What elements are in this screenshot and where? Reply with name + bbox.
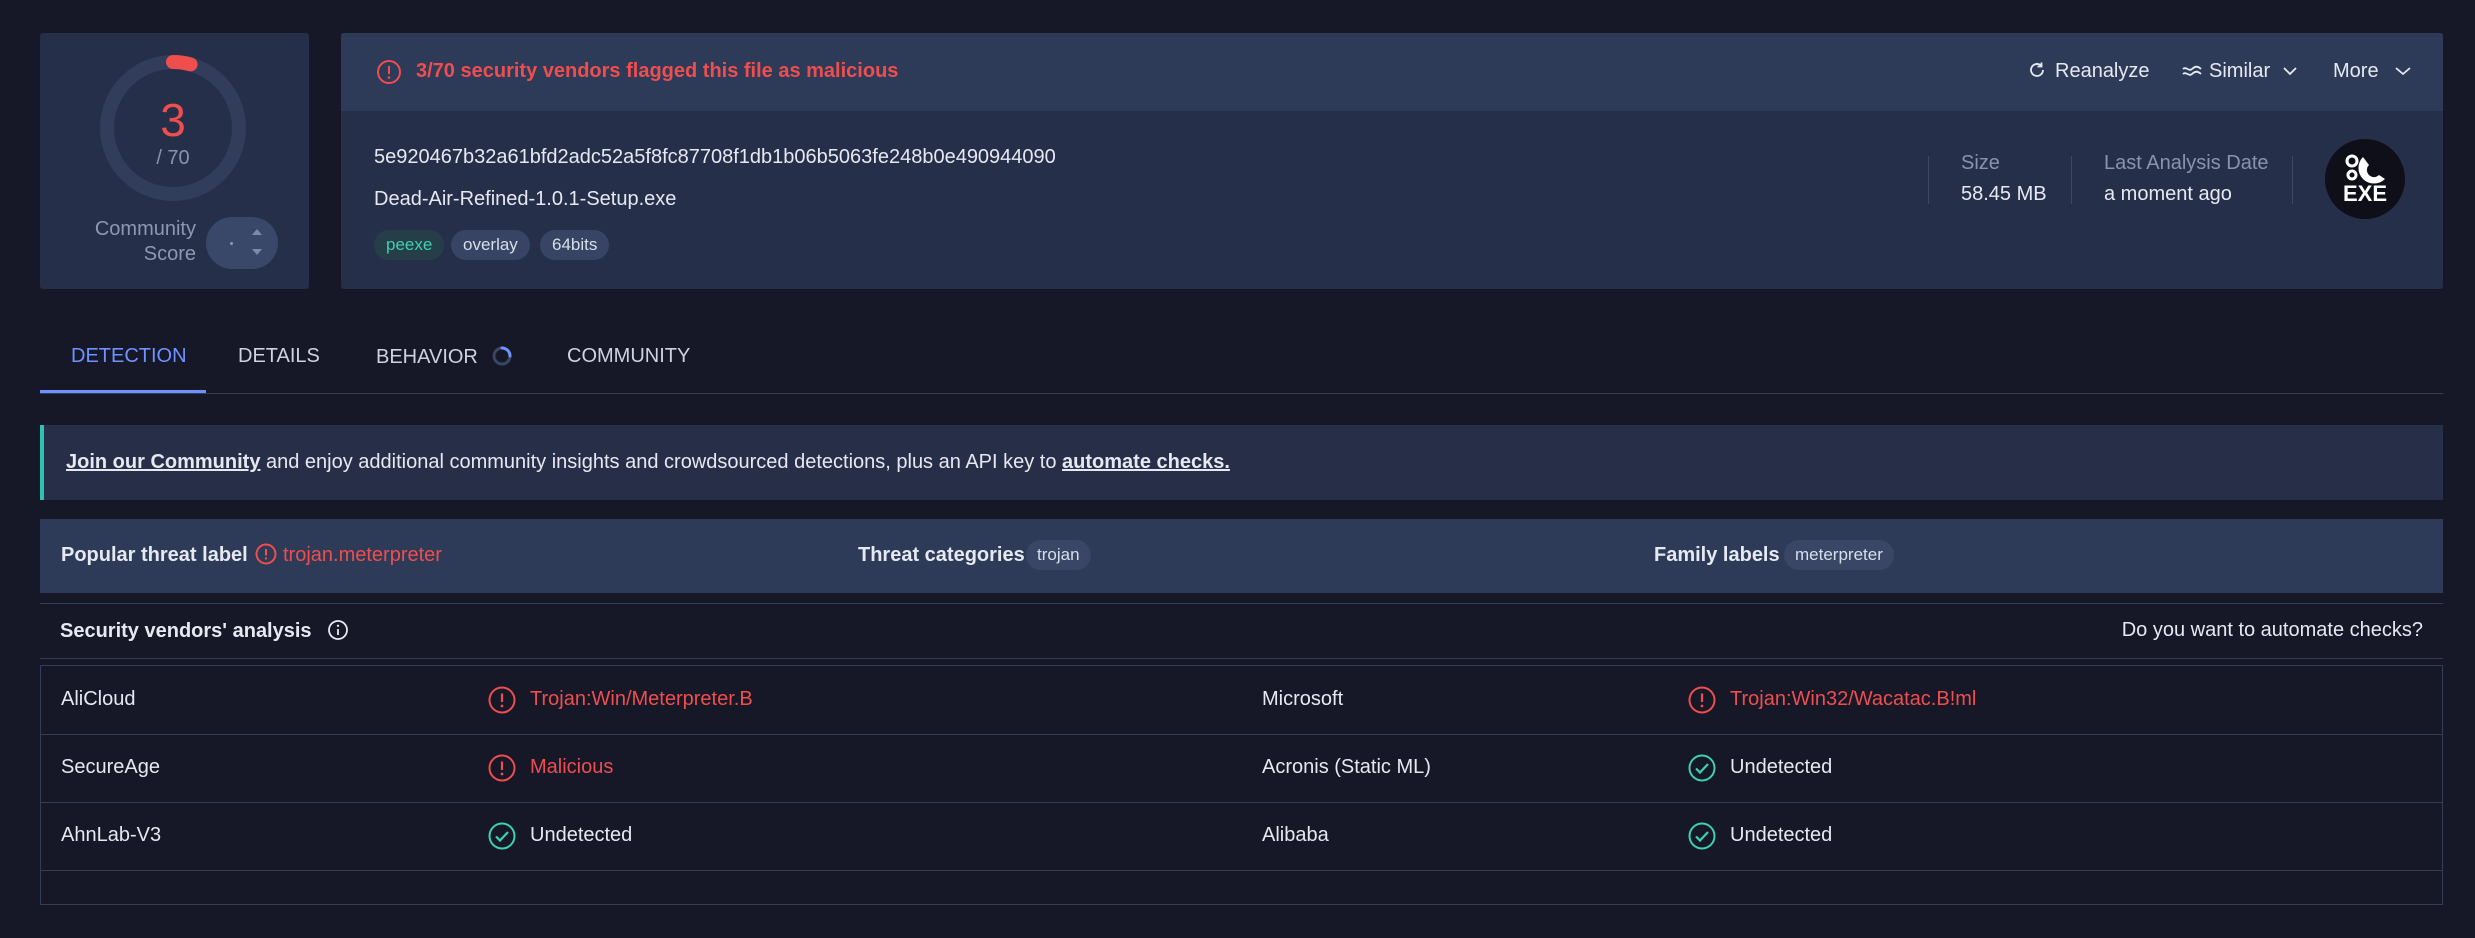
table-row: SecureAge Malicious Acronis (Static ML) … bbox=[41, 734, 2442, 803]
tag-64bits[interactable]: 64bits bbox=[540, 230, 610, 260]
vendor-result: Undetected bbox=[1730, 756, 1833, 778]
tab-detection[interactable]: DETECTION bbox=[71, 345, 187, 368]
similar-icon bbox=[2182, 65, 2202, 76]
active-tab-indicator bbox=[40, 390, 206, 393]
more-dropdown[interactable]: More bbox=[2333, 60, 2412, 83]
vendor-result: Trojan:Win/Meterpreter.B bbox=[530, 688, 753, 710]
summary-header: 3/70 security vendors flagged this file … bbox=[341, 33, 2443, 111]
tag-overlay[interactable]: overlay bbox=[451, 230, 530, 260]
popular-threat-value[interactable]: trojan.meterpreter bbox=[283, 544, 442, 567]
detection-total: / 70 bbox=[156, 147, 190, 169]
file-name: Dead-Air-Refined-1.0.1-Setup.exe bbox=[374, 188, 677, 210]
join-community-link[interactable]: Join our Community bbox=[66, 451, 260, 473]
vendor-result: Malicious bbox=[530, 756, 614, 778]
vendor-result: Undetected bbox=[1730, 824, 1833, 846]
vendor-name: Microsoft bbox=[1262, 688, 1344, 710]
threat-categories-label: Threat categories bbox=[858, 544, 1025, 566]
reanalyze-button[interactable]: Reanalyze bbox=[2027, 60, 2150, 83]
divider bbox=[2071, 156, 2072, 204]
size-value: 58.45 MB bbox=[1961, 183, 2047, 205]
family-label-pill[interactable]: meterpreter bbox=[1784, 540, 1894, 570]
community-banner: Join our Community and enjoy additional … bbox=[40, 425, 2443, 500]
size-label: Size bbox=[1961, 152, 2000, 174]
detection-score-card: 3 / 70 Community Score bbox=[40, 33, 309, 289]
info-icon[interactable] bbox=[327, 619, 349, 641]
divider bbox=[1928, 156, 1929, 204]
detection-count: 3 bbox=[160, 94, 186, 146]
malicious-alert-icon bbox=[488, 686, 516, 714]
vendor-name: Alibaba bbox=[1262, 824, 1329, 846]
last-analysis-value: a moment ago bbox=[2104, 183, 2232, 205]
threat-category-pill[interactable]: trojan bbox=[1026, 540, 1091, 570]
undetected-check-icon bbox=[488, 822, 516, 850]
divider bbox=[2292, 156, 2293, 204]
malicious-alert-icon bbox=[488, 754, 516, 782]
tag-peexe[interactable]: peexe bbox=[374, 230, 445, 260]
upvote-icon[interactable] bbox=[252, 229, 262, 235]
refresh-icon bbox=[2030, 62, 2044, 77]
popular-threat-label: Popular threat label bbox=[61, 544, 248, 566]
table-row: AliCloud Trojan:Win/Meterpreter.B Micros… bbox=[41, 666, 2442, 735]
vendor-result: Undetected bbox=[530, 824, 633, 846]
similar-dropdown[interactable]: Similar bbox=[2181, 60, 2298, 83]
automate-checks-link[interactable]: Do you want to automate checks? bbox=[2122, 619, 2423, 642]
alert-circle-icon bbox=[377, 60, 401, 84]
tabs-divider bbox=[40, 393, 2443, 394]
malicious-alert-icon bbox=[1688, 686, 1716, 714]
community-vote-control[interactable] bbox=[206, 217, 278, 269]
table-row-partial bbox=[41, 870, 2442, 938]
file-hash[interactable]: 5e920467b32a61bfd2adc52a5f8fc87708f1db1b… bbox=[374, 146, 1056, 169]
loading-spinner-icon bbox=[492, 346, 512, 366]
vendor-name: Acronis (Static ML) bbox=[1262, 756, 1431, 778]
tab-behavior[interactable]: BEHAVIOR bbox=[376, 345, 513, 369]
undetected-check-icon bbox=[1688, 754, 1716, 782]
banner-text: Join our Community and enjoy additional … bbox=[66, 451, 1230, 473]
last-analysis-label: Last Analysis Date bbox=[2104, 152, 2269, 174]
tab-community[interactable]: COMMUNITY bbox=[567, 345, 690, 368]
vendor-name: AhnLab-V3 bbox=[61, 824, 162, 846]
chevron-down-icon bbox=[2283, 67, 2297, 76]
file-type-icon: EXE bbox=[2325, 139, 2405, 219]
vendors-header: Security vendors' analysis Do you want t… bbox=[40, 603, 2443, 659]
community-score-label: Community Score bbox=[94, 218, 196, 265]
undetected-check-icon bbox=[1688, 822, 1716, 850]
malicious-alert-text: 3/70 security vendors flagged this file … bbox=[416, 60, 899, 82]
downvote-icon[interactable] bbox=[252, 249, 262, 255]
vote-value-dot bbox=[230, 242, 233, 245]
vendors-table: AliCloud Trojan:Win/Meterpreter.B Micros… bbox=[40, 665, 2443, 905]
exe-gear-icon bbox=[2345, 154, 2385, 184]
threat-labels-bar: Popular threat label trojan.meterpreter … bbox=[40, 519, 2443, 593]
chevron-down-icon bbox=[2395, 67, 2411, 76]
alert-circle-icon bbox=[255, 543, 277, 565]
family-labels-label: Family labels bbox=[1654, 544, 1780, 566]
vendor-result: Trojan:Win32/Wacatac.B!ml bbox=[1730, 688, 1977, 710]
vendor-name: SecureAge bbox=[61, 756, 160, 778]
table-row: AhnLab-V3 Undetected Alibaba Undetected bbox=[41, 802, 2442, 871]
file-summary-card: 3/70 security vendors flagged this file … bbox=[341, 33, 2443, 289]
file-type-label: EXE bbox=[2342, 181, 2388, 206]
tab-details[interactable]: DETAILS bbox=[238, 345, 320, 368]
automate-checks-link[interactable]: automate checks. bbox=[1062, 451, 1230, 473]
vendors-title: Security vendors' analysis bbox=[60, 619, 349, 643]
vendor-name: AliCloud bbox=[61, 688, 136, 710]
